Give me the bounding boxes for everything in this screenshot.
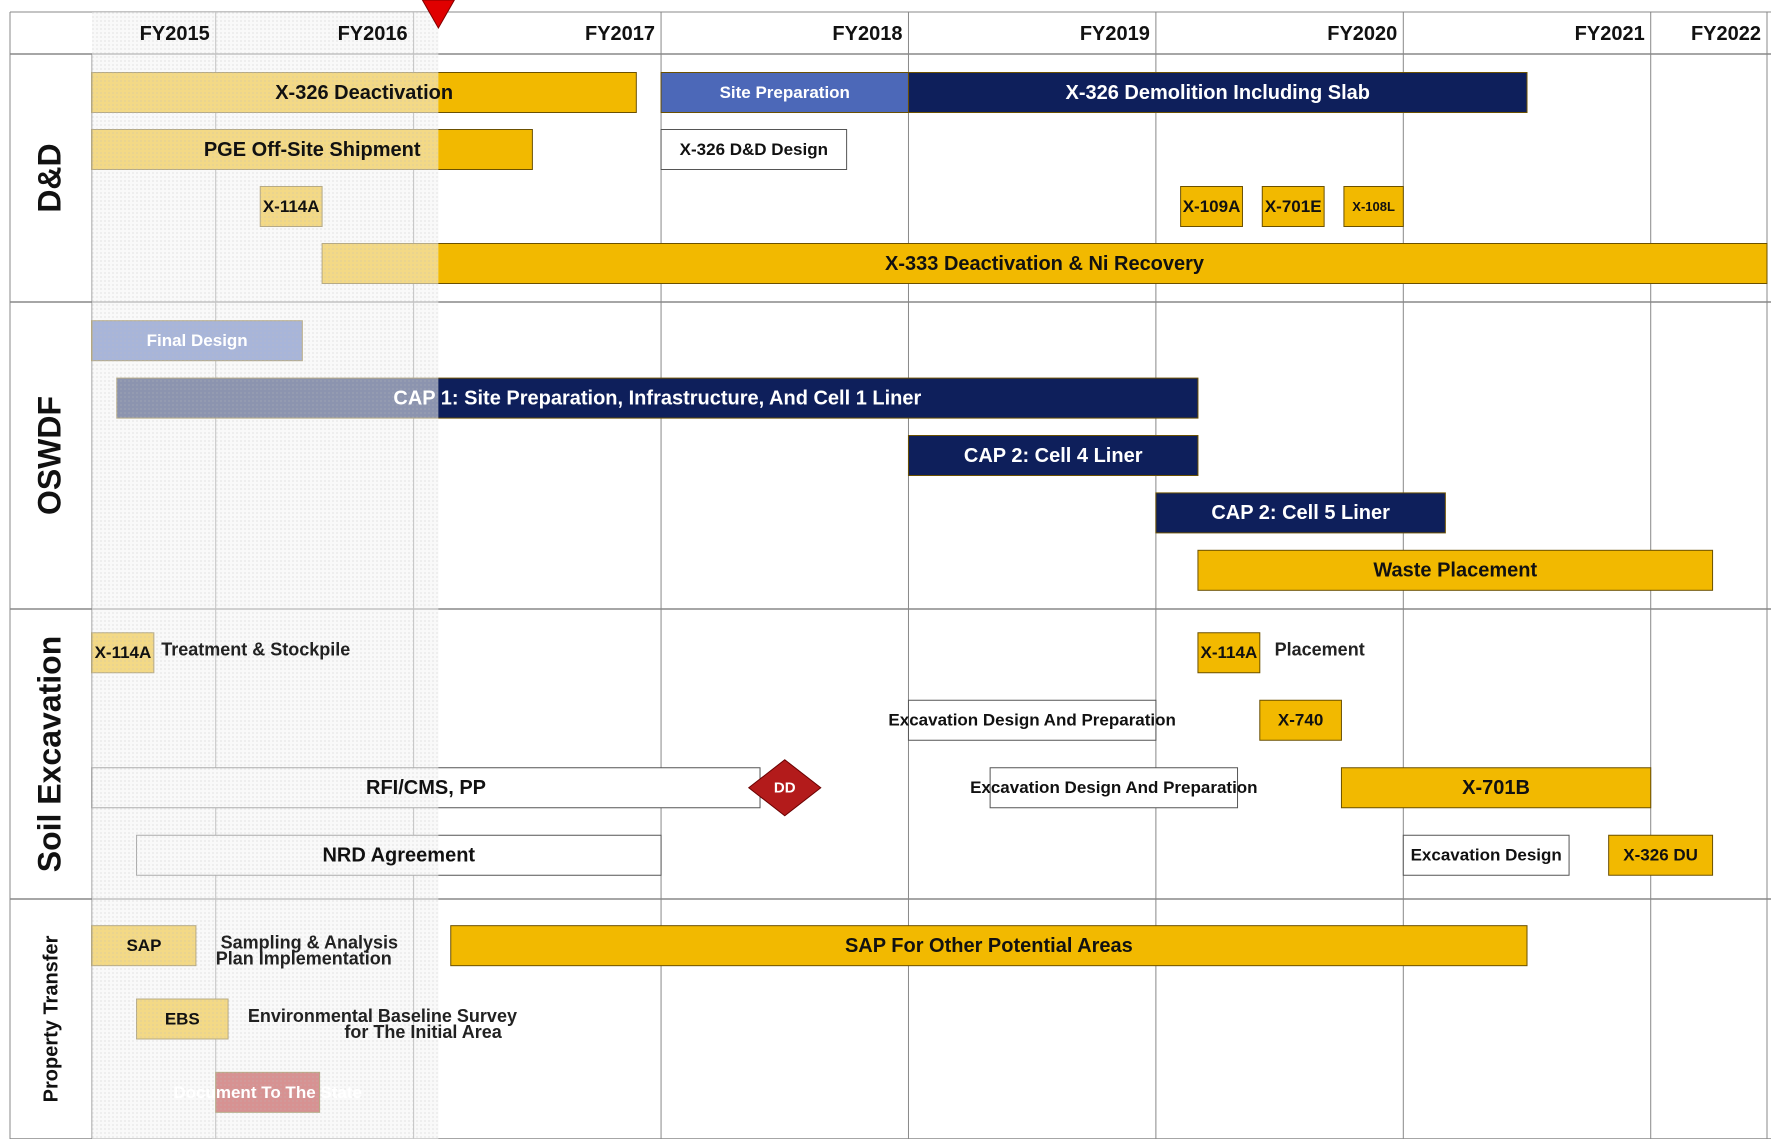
task-label-cap-2-cell-4-liner: CAP 2: Cell 4 Liner	[964, 445, 1143, 467]
section-label-pt: Property Transfer	[40, 935, 62, 1102]
task-label-ebs: EBS	[165, 1009, 200, 1028]
task-label-x-114a: X-114A	[95, 643, 152, 662]
task-label-final-design: Final Design	[147, 331, 248, 350]
gantt-chart-root: FY2015 FY2016 FY2017 FY2018 FY2019 FY2020 FY20…	[0, 0, 1771, 1139]
task-label-cap-2-cell-5-liner: CAP 2: Cell 5 Liner	[1211, 502, 1390, 524]
task-label-x-701e: X-701E	[1265, 197, 1322, 216]
task-label-cap-1-site-preparation-infrastructure-and-cell-1-liner: CAP 1: Site Preparation, Infrastructure,…	[393, 387, 921, 409]
task-label-x-326-deactivation: X-326 Deactivation	[275, 82, 453, 104]
fy-header-fy2022: FY2022	[1691, 23, 1761, 45]
task-label-x-326-du: X-326 DU	[1623, 846, 1698, 865]
task-label-x-326-d-d-design: X-326 D&D Design	[680, 140, 828, 159]
annotation-treatment-stockpile: Treatment & Stockpile	[161, 640, 350, 660]
fy-header-fy2016: FY2016	[338, 23, 408, 45]
task-label-x-108l: X-108L	[1352, 199, 1395, 214]
fy-header-fy2017: FY2017	[585, 23, 655, 45]
task-label-site-preparation: Site Preparation	[720, 83, 850, 102]
task-label-x-109a: X-109A	[1183, 197, 1241, 216]
task-label-document-to-the-state: Document To The State	[173, 1083, 362, 1102]
annotation-placement: Placement	[1275, 640, 1365, 660]
milestone-label-dd: DD	[774, 780, 796, 797]
task-label-x-114a: X-114A	[263, 197, 320, 216]
fy-header-fy2019: FY2019	[1080, 23, 1150, 45]
gantt-chart: FY2015 FY2016 FY2017 FY2018 FY2019 FY2020 FY20…	[0, 0, 1771, 1139]
past-period-overlay	[92, 12, 439, 1139]
task-label-rfi-cms-pp: RFI/CMS, PP	[366, 777, 486, 799]
fy-header-fy2020: FY2020	[1327, 23, 1397, 45]
annotation-plan-implementation: Plan Implementation	[216, 948, 392, 968]
task-label-x-333-deactivation-ni-recovery: X-333 Deactivation & Ni Recovery	[885, 253, 1205, 275]
section-label-dd: D&D	[31, 143, 67, 212]
task-label-x-701b: X-701B	[1462, 777, 1530, 799]
task-label-excavation-design-and-preparation: Excavation Design And Preparation	[888, 711, 1176, 730]
task-label-excavation-design: Excavation Design	[1411, 846, 1562, 865]
annotation-for-the-initial-area: for The Initial Area	[344, 1022, 502, 1042]
task-label-sap: SAP	[126, 936, 161, 955]
fy-header-fy2018: FY2018	[832, 23, 902, 45]
task-label-x-740: X-740	[1278, 711, 1323, 730]
task-label-excavation-design-and-preparation: Excavation Design And Preparation	[970, 778, 1258, 797]
task-label-x-114a: X-114A	[1201, 643, 1258, 662]
task-label-waste-placement: Waste Placement	[1373, 560, 1537, 582]
fy-header-fy2015: FY2015	[140, 23, 210, 45]
task-label-pge-off-site-shipment: PGE Off-Site Shipment	[204, 139, 421, 161]
fy-header-fy2021: FY2021	[1575, 23, 1645, 45]
task-label-sap-for-other-potential-areas: SAP For Other Potential Areas	[845, 935, 1133, 957]
section-label-oswdf: OSWDF	[31, 396, 67, 515]
section-label-soil: Soil Excavation	[31, 636, 67, 873]
task-label-x-326-demolition-including-slab: X-326 Demolition Including Slab	[1065, 82, 1369, 104]
task-label-nrd-agreement: NRD Agreement	[322, 845, 475, 867]
